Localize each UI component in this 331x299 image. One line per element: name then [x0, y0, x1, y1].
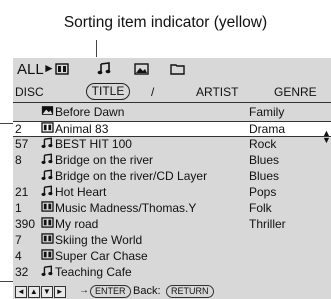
disc-number: 4 [15, 249, 22, 263]
item-genre: Rock [249, 137, 277, 151]
column-title-sort-indicator[interactable]: TITLE [86, 83, 130, 100]
item-title: Skiing the World [55, 233, 143, 247]
list-item[interactable]: 8 Bridge on the river Blues [13, 153, 331, 168]
header-divider [13, 102, 331, 103]
item-title: Animal 83 [55, 122, 109, 136]
scroll-down-icon[interactable]: ▼ [322, 136, 331, 145]
item-genre: Thriller [249, 217, 286, 231]
selected-arrow: ► [43, 61, 55, 75]
disc-number: 1 [15, 201, 22, 215]
disc-number: 7 [15, 233, 22, 247]
item-title: Hot Heart [55, 185, 107, 199]
disc-number: 8 [15, 153, 22, 167]
list-item-selected[interactable]: 2 Animal 83 Drama [13, 121, 331, 137]
category-bar: ALL ► [13, 58, 331, 80]
column-disc: DISC [15, 85, 44, 99]
item-title: Bridge on the river [55, 153, 154, 167]
video-icon[interactable] [55, 62, 69, 80]
list-item[interactable]: 7 Skiing the World [13, 233, 331, 248]
disc-number: 390 [15, 217, 36, 231]
media-browser-panel: ALL ► DISC TITLE / ARTIST GENRE Before D… [13, 58, 331, 299]
column-genre[interactable]: GENRE [274, 85, 317, 99]
disc-number: 2 [15, 122, 22, 136]
list-item[interactable]: Bridge on the river/CD Layer Blues [13, 169, 331, 184]
tick-top [0, 123, 13, 124]
callout-leader-line [96, 40, 97, 57]
scroll-arrows[interactable]: ▲ ▼ [322, 129, 331, 145]
item-title: Music Madness/Thomas.Y [55, 201, 197, 215]
music-icon [41, 169, 53, 185]
disc-number: 32 [15, 265, 29, 279]
category-all-tab[interactable]: ALL [17, 61, 44, 78]
item-genre: Blues [249, 153, 280, 167]
column-separator: / [151, 85, 155, 99]
disc-number: 57 [15, 137, 29, 151]
list-item[interactable]: 32 Teaching Cafe [13, 265, 331, 280]
video-icon [41, 249, 54, 264]
video-icon [41, 217, 54, 232]
video-icon [41, 201, 54, 216]
item-genre: Blues [249, 169, 280, 183]
list-item[interactable]: 1 Music Madness/Thomas.Y Folk [13, 201, 331, 216]
photo-icon[interactable] [134, 62, 149, 80]
item-genre: Pops [249, 185, 277, 199]
return-button-hint: RETURN [166, 285, 214, 298]
tick-bottom [0, 281, 13, 282]
item-title: Teaching Cafe [55, 265, 132, 279]
music-icon [41, 153, 53, 169]
music-icon [41, 137, 53, 153]
list-item[interactable]: Before Dawn Family [13, 105, 331, 120]
column-header-row: DISC TITLE / ARTIST GENRE [13, 83, 331, 101]
item-genre: Family [249, 105, 285, 119]
disc-number: 21 [15, 185, 29, 199]
right-arrow-icon: ► [53, 286, 66, 298]
nav-keys: ◄ ▲ ▼ ► [15, 285, 67, 298]
down-arrow-icon: ▼ [40, 286, 53, 298]
photo-icon [41, 105, 54, 120]
folder-icon[interactable] [170, 62, 185, 80]
video-icon [41, 233, 54, 248]
item-genre: Folk [249, 201, 272, 215]
left-arrow-icon: ◄ [15, 286, 27, 298]
item-title: Super Car Chase [55, 249, 148, 263]
list-item[interactable]: 4 Super Car Chase [13, 249, 331, 264]
list-item[interactable]: 21 Hot Heart Pops [13, 185, 331, 200]
video-icon [41, 122, 54, 137]
music-icon [41, 265, 53, 281]
item-title: Before Dawn [55, 105, 125, 119]
column-artist[interactable]: ARTIST [196, 85, 238, 99]
callout-label: Sorting item indicator (yellow) [63, 14, 268, 31]
arrow-to-icon: → [79, 285, 89, 296]
item-title: Bridge on the river/CD Layer [55, 169, 208, 183]
music-icon[interactable] [97, 62, 111, 80]
list-item[interactable]: 390 My road Thriller [13, 217, 331, 232]
footer-hint-bar: ◄ ▲ ▼ ► → ENTER Back: RETURN [13, 284, 331, 299]
list-item[interactable]: 57 BEST HIT 100 Rock [13, 137, 331, 152]
up-arrow-icon: ▲ [27, 286, 40, 298]
enter-button-hint: ENTER [90, 285, 131, 298]
music-icon [41, 185, 53, 201]
item-title: My road [55, 217, 99, 231]
item-genre: Drama [249, 122, 286, 136]
back-label: Back: [133, 285, 161, 297]
item-title: BEST HIT 100 [55, 137, 132, 151]
